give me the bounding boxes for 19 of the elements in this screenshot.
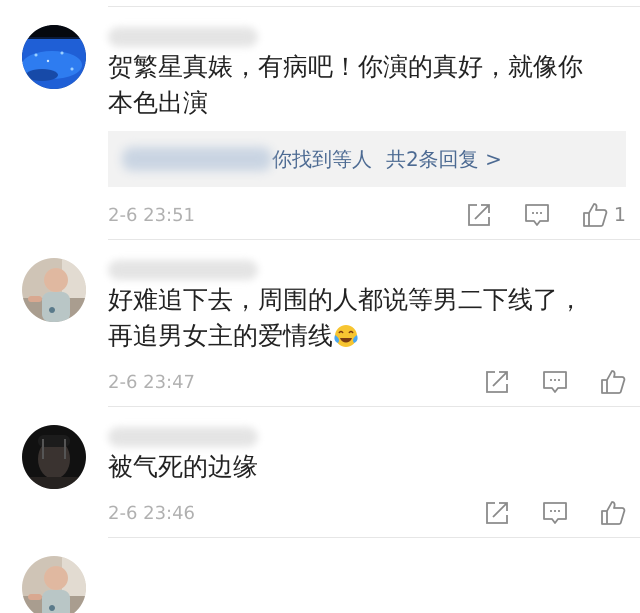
view-replies-link[interactable]: 共2条回复 > (386, 146, 502, 172)
thumbs-up-icon[interactable] (600, 369, 626, 395)
share-icon[interactable] (484, 369, 510, 395)
thumbs-up-icon[interactable] (600, 500, 626, 526)
comment-icon[interactable] (542, 369, 568, 395)
comment-icon[interactable] (524, 202, 550, 228)
thumbs-up-icon[interactable] (582, 202, 608, 228)
reply-preview[interactable]: 你找到等人 共2条回复 > (108, 131, 626, 187)
comment-time: 2-6 23:47 (108, 372, 196, 392)
comment-time: 2-6 23:46 (108, 502, 196, 524)
reply-snippet: 你找到等人 (272, 146, 372, 172)
comment-text: 被气死的边缘 (108, 451, 259, 483)
comment-text: 好难追下去，周围的人都说等男二下线了，再追男女主的爱情线 (108, 284, 584, 352)
comment-text: 贺繁星真婊，有病吧！你演的真好，就像你本色出演 (108, 51, 584, 119)
share-icon[interactable] (466, 202, 492, 228)
comment-time: 2-6 23:51 (108, 204, 196, 226)
like-count: 1 (614, 204, 626, 226)
comment-icon[interactable] (542, 500, 568, 526)
share-icon[interactable] (484, 500, 510, 526)
